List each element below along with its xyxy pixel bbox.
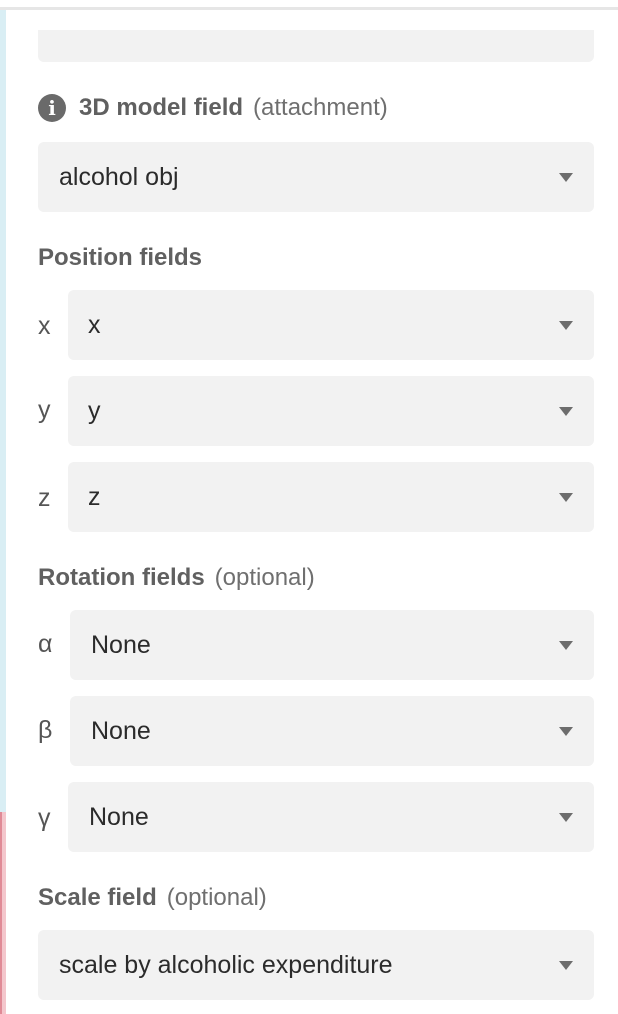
chevron-down-icon: [559, 492, 573, 502]
model-field-select[interactable]: alcohol obj: [38, 142, 594, 212]
model-field-hint: (attachment): [253, 94, 388, 121]
rotation-alpha-value: None: [91, 630, 151, 659]
rotation-beta-select[interactable]: None: [70, 696, 594, 766]
settings-panel: i 3D model field (attachment) alcohol ob…: [0, 0, 618, 1014]
position-z-value: z: [88, 482, 101, 511]
scale-field-select[interactable]: scale by alcoholic expenditure: [38, 930, 594, 1000]
chevron-down-icon: [559, 640, 573, 650]
rotation-alpha-label: α: [38, 630, 53, 658]
position-z-select[interactable]: z: [68, 462, 594, 532]
position-y-value: y: [88, 396, 101, 425]
model-field-label: i 3D model field (attachment): [38, 94, 388, 122]
left-accent-strip-bottom: [0, 812, 6, 1014]
rotation-gamma-label: γ: [38, 804, 51, 832]
position-y-select[interactable]: y: [68, 376, 594, 446]
rotation-beta-value: None: [91, 716, 151, 745]
rotation-gamma-select[interactable]: None: [68, 782, 594, 852]
left-accent-strip-top: [0, 10, 6, 812]
position-fields-label: Position fields: [38, 244, 202, 272]
chevron-down-icon: [559, 812, 573, 822]
rotation-fields-hint: (optional): [214, 564, 315, 591]
position-y-label: y: [38, 396, 51, 424]
chevron-down-icon: [559, 320, 573, 330]
chevron-down-icon: [559, 960, 573, 970]
chevron-down-icon: [559, 726, 573, 736]
position-x-label: x: [38, 312, 51, 340]
rotation-beta-label: β: [38, 716, 53, 744]
chevron-down-icon: [559, 172, 573, 182]
rotation-fields-label: Rotation fields (optional): [38, 564, 315, 592]
rotation-alpha-select[interactable]: None: [70, 610, 594, 680]
scale-field-title: Scale field: [38, 884, 157, 911]
panel-top-border: [0, 0, 618, 10]
position-x-select[interactable]: x: [68, 290, 594, 360]
scale-field-hint: (optional): [166, 884, 267, 911]
model-field-title: 3D model field: [79, 94, 244, 121]
model-field-value: alcohol obj: [59, 162, 179, 191]
rotation-fields-title: Rotation fields: [38, 564, 205, 591]
position-fields-title: Position fields: [38, 244, 203, 271]
chevron-down-icon: [559, 406, 573, 416]
scale-field-value: scale by alcoholic expenditure: [59, 950, 393, 979]
previous-select-partial[interactable]: [38, 30, 594, 62]
info-icon: i: [38, 94, 66, 122]
scale-field-label: Scale field (optional): [38, 884, 267, 912]
position-x-value: x: [88, 310, 101, 339]
position-z-label: z: [38, 484, 51, 512]
rotation-gamma-value: None: [89, 802, 149, 831]
